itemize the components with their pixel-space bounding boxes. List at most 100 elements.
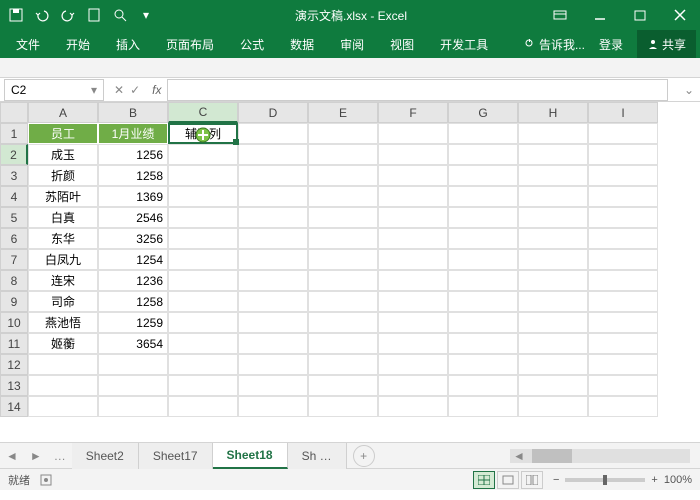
cell[interactable] xyxy=(518,333,588,354)
cell[interactable] xyxy=(168,207,238,228)
cell[interactable] xyxy=(238,312,308,333)
cell[interactable]: 1236 xyxy=(98,270,168,291)
tell-me[interactable]: 告诉我... xyxy=(524,36,585,53)
zoom-level[interactable]: 100% xyxy=(664,474,692,486)
cell[interactable] xyxy=(168,228,238,249)
cell[interactable] xyxy=(448,312,518,333)
cell[interactable] xyxy=(518,165,588,186)
cell[interactable] xyxy=(98,375,168,396)
cell[interactable] xyxy=(238,270,308,291)
cell[interactable]: 3654 xyxy=(98,333,168,354)
cell[interactable] xyxy=(518,186,588,207)
row-header[interactable]: 12 xyxy=(0,354,28,375)
cell[interactable] xyxy=(168,186,238,207)
cell[interactable] xyxy=(378,354,448,375)
cell[interactable] xyxy=(238,186,308,207)
row-header[interactable]: 9 xyxy=(0,291,28,312)
cell[interactable] xyxy=(378,312,448,333)
cell[interactable] xyxy=(378,291,448,312)
cell[interactable] xyxy=(168,291,238,312)
row-header[interactable]: 5 xyxy=(0,207,28,228)
cell[interactable] xyxy=(518,228,588,249)
row-header[interactable]: 13 xyxy=(0,375,28,396)
fx-icon[interactable]: fx xyxy=(146,83,167,97)
col-header[interactable]: C xyxy=(168,102,238,123)
cell[interactable] xyxy=(588,186,658,207)
cell[interactable] xyxy=(168,354,238,375)
col-header[interactable]: F xyxy=(378,102,448,123)
cell[interactable] xyxy=(308,333,378,354)
cell[interactable] xyxy=(308,144,378,165)
cell[interactable] xyxy=(168,144,238,165)
preview-icon[interactable] xyxy=(112,7,128,23)
cell[interactable] xyxy=(518,354,588,375)
cell[interactable]: 司命 xyxy=(28,291,98,312)
col-header[interactable]: H xyxy=(518,102,588,123)
cell[interactable] xyxy=(588,144,658,165)
cell[interactable] xyxy=(448,207,518,228)
cell[interactable]: 1369 xyxy=(98,186,168,207)
sheet-tab-active[interactable]: Sheet18 xyxy=(213,443,288,469)
tab-file[interactable]: 文件 xyxy=(4,30,52,58)
new-sheet-icon[interactable]: + xyxy=(353,445,375,467)
tab-dev[interactable]: 开发工具 xyxy=(428,30,500,58)
cell[interactable] xyxy=(588,375,658,396)
save-icon[interactable] xyxy=(8,7,24,23)
cell[interactable] xyxy=(168,165,238,186)
tab-data[interactable]: 数据 xyxy=(278,30,326,58)
cell[interactable] xyxy=(238,165,308,186)
cell[interactable]: 1256 xyxy=(98,144,168,165)
cell[interactable] xyxy=(238,375,308,396)
cell[interactable] xyxy=(308,207,378,228)
cell[interactable]: 3256 xyxy=(98,228,168,249)
cell[interactable] xyxy=(308,249,378,270)
cell[interactable]: 2546 xyxy=(98,207,168,228)
enter-icon[interactable]: ✓ xyxy=(130,83,140,97)
cell[interactable] xyxy=(518,396,588,417)
tab-home[interactable]: 开始 xyxy=(54,30,102,58)
cell[interactable] xyxy=(28,375,98,396)
cell[interactable] xyxy=(588,312,658,333)
col-header[interactable]: A xyxy=(28,102,98,123)
cell[interactable]: 辅助列 xyxy=(168,123,238,144)
cell[interactable] xyxy=(378,186,448,207)
sheet-nav-prev-icon[interactable]: ◄ xyxy=(0,449,24,463)
cell[interactable] xyxy=(448,354,518,375)
cell[interactable] xyxy=(448,375,518,396)
cell[interactable] xyxy=(308,270,378,291)
cell[interactable] xyxy=(308,123,378,144)
cell[interactable] xyxy=(588,207,658,228)
cell[interactable] xyxy=(588,333,658,354)
row-header[interactable]: 14 xyxy=(0,396,28,417)
col-header[interactable]: B xyxy=(98,102,168,123)
cancel-icon[interactable]: ✕ xyxy=(114,83,124,97)
row-header[interactable]: 6 xyxy=(0,228,28,249)
cell[interactable] xyxy=(588,228,658,249)
cell[interactable] xyxy=(588,123,658,144)
cell[interactable] xyxy=(448,228,518,249)
cell[interactable] xyxy=(98,354,168,375)
cell[interactable] xyxy=(448,123,518,144)
cell[interactable] xyxy=(308,396,378,417)
cell[interactable] xyxy=(378,396,448,417)
cell[interactable] xyxy=(378,270,448,291)
row-header[interactable]: 11 xyxy=(0,333,28,354)
cell[interactable]: 成玉 xyxy=(28,144,98,165)
cell[interactable] xyxy=(378,165,448,186)
cell[interactable] xyxy=(98,396,168,417)
cell[interactable] xyxy=(238,396,308,417)
col-header[interactable]: I xyxy=(588,102,658,123)
view-layout-icon[interactable] xyxy=(497,471,519,489)
cell[interactable]: 1259 xyxy=(98,312,168,333)
cell[interactable]: 1258 xyxy=(98,291,168,312)
cell[interactable] xyxy=(238,354,308,375)
cell[interactable] xyxy=(238,291,308,312)
sheet-tab[interactable]: Sh … xyxy=(288,443,347,469)
cell[interactable] xyxy=(378,123,448,144)
sheet-tab[interactable]: Sheet17 xyxy=(139,443,213,469)
cell[interactable] xyxy=(588,249,658,270)
minimize-icon[interactable] xyxy=(580,0,620,30)
cell[interactable] xyxy=(308,312,378,333)
cell[interactable] xyxy=(308,228,378,249)
cell[interactable] xyxy=(378,228,448,249)
